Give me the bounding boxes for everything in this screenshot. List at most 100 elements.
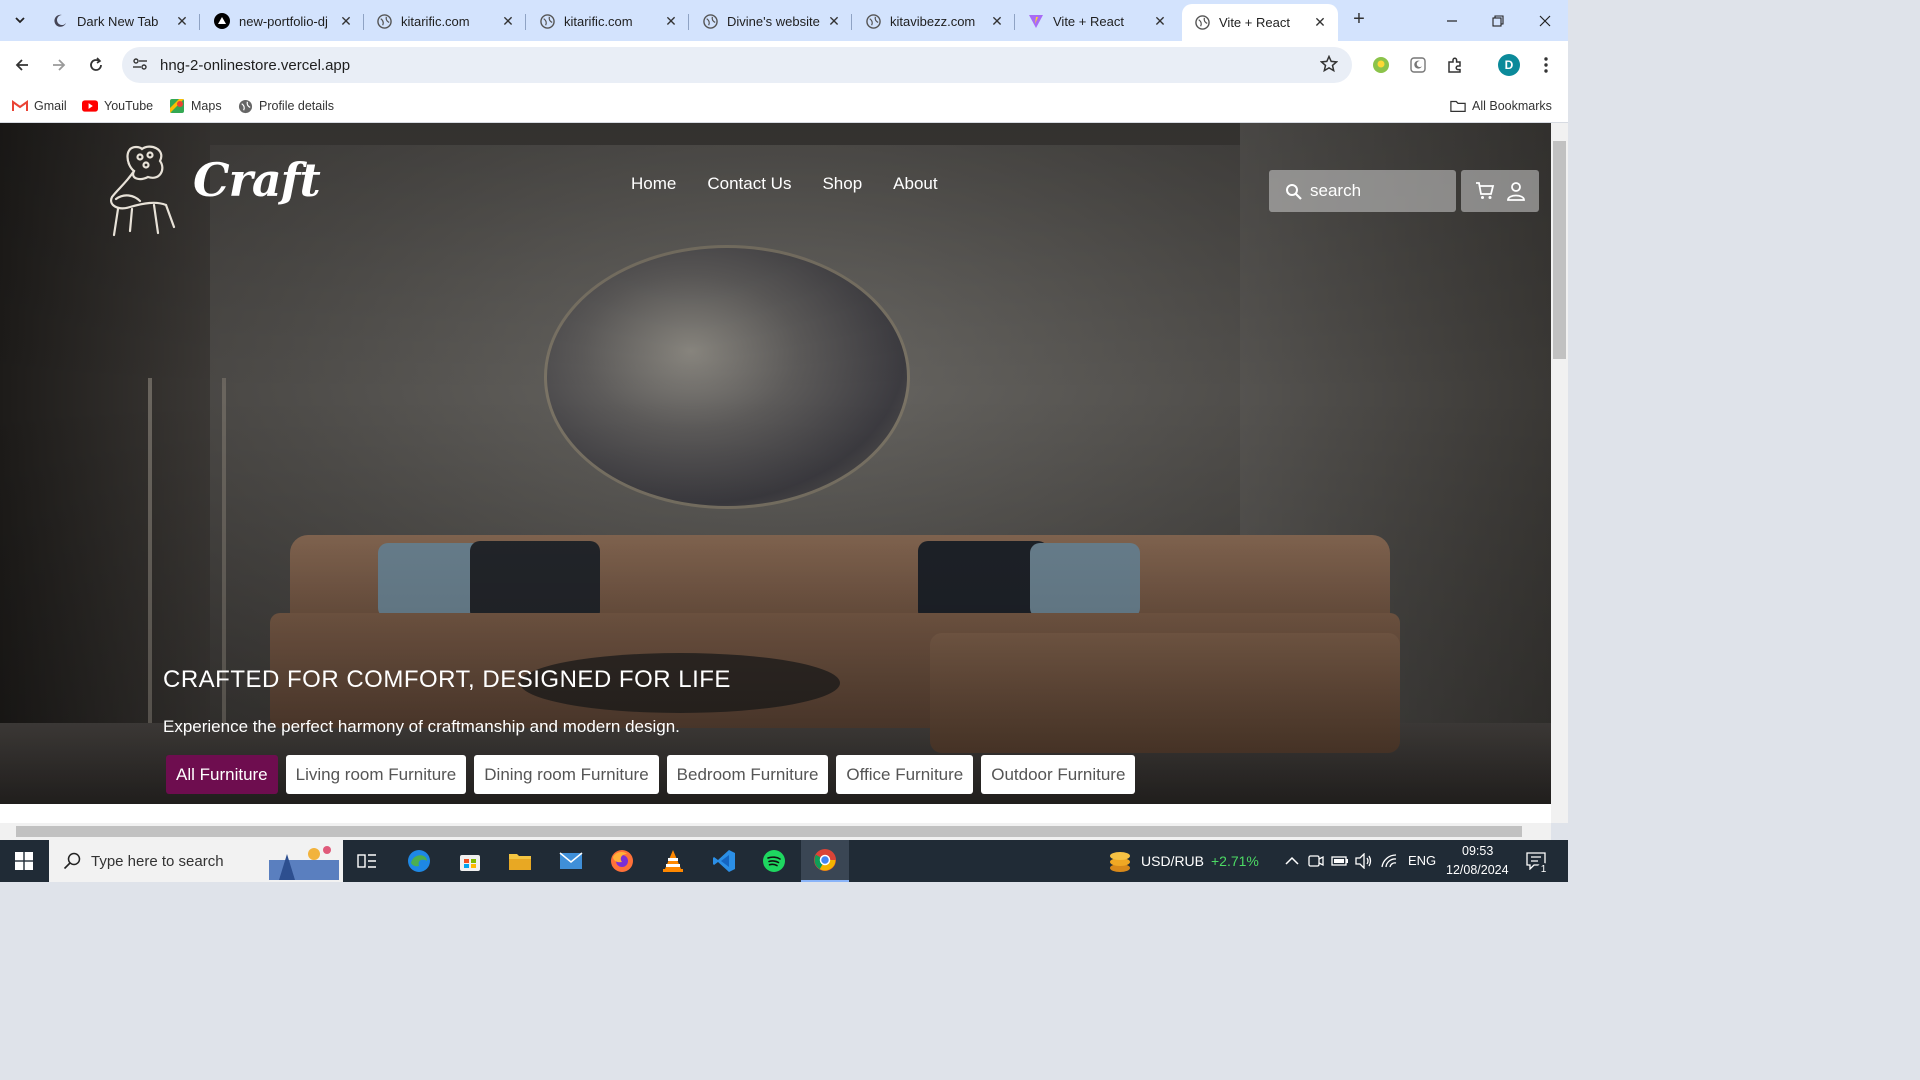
taskbar-edge[interactable] bbox=[397, 840, 441, 882]
close-window-button[interactable] bbox=[1521, 0, 1568, 41]
tab-kitavibezz[interactable]: kitavibezz.com ✕ bbox=[853, 6, 1015, 36]
close-tab-icon[interactable]: ✕ bbox=[663, 13, 679, 29]
bookmark-star-icon[interactable] bbox=[1319, 54, 1339, 78]
category-filters: All Furniture Living room Furniture Dini… bbox=[166, 755, 1143, 794]
new-tab-button[interactable]: + bbox=[1348, 9, 1370, 31]
horizontal-scroll-thumb[interactable] bbox=[16, 826, 1522, 837]
taskbar-spotify[interactable] bbox=[752, 840, 796, 882]
restore-button[interactable] bbox=[1474, 0, 1521, 41]
search-icon bbox=[63, 852, 81, 870]
extensions-puzzle-icon[interactable] bbox=[1443, 53, 1467, 77]
wifi-icon[interactable] bbox=[1380, 852, 1398, 870]
show-hidden-icons-button[interactable] bbox=[1283, 852, 1301, 870]
profile-avatar[interactable]: D bbox=[1498, 54, 1520, 76]
close-tab-icon[interactable]: ✕ bbox=[1312, 14, 1328, 31]
category-office[interactable]: Office Furniture bbox=[836, 755, 974, 794]
vertical-scrollbar[interactable] bbox=[1551, 123, 1568, 823]
close-tab-icon[interactable]: ✕ bbox=[1152, 13, 1168, 29]
tab-search-button[interactable] bbox=[8, 8, 32, 32]
tab-kitarific-2[interactable]: kitarific.com ✕ bbox=[527, 6, 689, 36]
user-icon[interactable] bbox=[1506, 181, 1526, 201]
menu-kebab-icon[interactable] bbox=[1534, 53, 1558, 77]
tab-new-portfolio[interactable]: new-portfolio-dj ✕ bbox=[202, 6, 364, 36]
tab-dark-new-tab[interactable]: Dark New Tab ✕ bbox=[40, 6, 200, 36]
back-button[interactable] bbox=[8, 51, 36, 79]
browser-toolbar: hng-2-onlinestore.vercel.app D bbox=[0, 41, 1568, 89]
start-button[interactable] bbox=[0, 840, 48, 882]
task-view-button[interactable] bbox=[345, 840, 389, 882]
taskbar-vlc[interactable] bbox=[651, 840, 695, 882]
gmail-icon bbox=[12, 98, 28, 114]
chevron-up-icon bbox=[1285, 856, 1299, 865]
category-outdoor[interactable]: Outdoor Furniture bbox=[981, 755, 1136, 794]
taskbar-firefox[interactable] bbox=[600, 840, 644, 882]
reload-button[interactable] bbox=[82, 51, 110, 79]
all-bookmarks[interactable]: All Bookmarks bbox=[1450, 95, 1552, 117]
clock-time[interactable]: 09:53 bbox=[1462, 844, 1493, 858]
taskbar-chrome[interactable] bbox=[801, 840, 849, 882]
extension-dark-mode-icon[interactable] bbox=[1406, 53, 1430, 77]
input-language[interactable]: ENG bbox=[1408, 853, 1436, 868]
close-tab-icon[interactable]: ✕ bbox=[500, 13, 516, 29]
close-tab-icon[interactable]: ✕ bbox=[174, 13, 190, 29]
taskbar-vscode[interactable] bbox=[702, 840, 746, 882]
nav-contact-us[interactable]: Contact Us bbox=[707, 174, 791, 194]
category-all-furniture[interactable]: All Furniture bbox=[166, 755, 278, 794]
arrow-right-icon bbox=[53, 59, 66, 71]
battery-icon[interactable] bbox=[1331, 852, 1349, 870]
cart-icon[interactable] bbox=[1475, 181, 1495, 201]
close-tab-icon[interactable]: ✕ bbox=[826, 13, 842, 29]
taskbar-file-explorer[interactable] bbox=[498, 840, 542, 882]
minimize-button[interactable] bbox=[1428, 0, 1475, 41]
tab-title: Vite + React bbox=[1219, 15, 1290, 30]
site-search[interactable] bbox=[1269, 170, 1456, 212]
close-tab-icon[interactable]: ✕ bbox=[989, 13, 1005, 29]
volume-icon[interactable] bbox=[1355, 852, 1373, 870]
hero-section: Craft Home Contact Us Shop About CRAFTED… bbox=[0, 123, 1551, 804]
taskbar-store[interactable] bbox=[448, 840, 492, 882]
bookmark-youtube[interactable]: YouTube bbox=[82, 95, 153, 117]
site-search-input[interactable] bbox=[1310, 181, 1450, 201]
site-logo-text[interactable]: Craft bbox=[193, 153, 321, 207]
vertical-scroll-thumb[interactable] bbox=[1553, 141, 1566, 359]
category-living-room[interactable]: Living room Furniture bbox=[285, 755, 467, 794]
store-icon bbox=[460, 855, 480, 871]
tab-strip: Dark New Tab ✕ new-portfolio-dj ✕ kitari… bbox=[0, 0, 1568, 41]
spotify-icon bbox=[763, 850, 785, 872]
forward-button[interactable] bbox=[45, 51, 73, 79]
coins-icon bbox=[1110, 852, 1130, 872]
clock-date[interactable]: 12/08/2024 bbox=[1446, 863, 1509, 877]
url-text: hng-2-onlinestore.vercel.app bbox=[160, 57, 351, 74]
address-bar[interactable]: hng-2-onlinestore.vercel.app bbox=[122, 47, 1352, 83]
bookmark-gmail[interactable]: Gmail bbox=[12, 95, 67, 117]
tab-vite-react-1[interactable]: Vite + React ✕ bbox=[1016, 6, 1178, 36]
taskbar-search[interactable]: Type here to search bbox=[49, 840, 343, 882]
site-info-icon[interactable] bbox=[132, 56, 148, 77]
category-bedroom[interactable]: Bedroom Furniture bbox=[666, 755, 829, 794]
tab-divines-website[interactable]: Divine's website ✕ bbox=[690, 6, 852, 36]
horizontal-scrollbar[interactable] bbox=[0, 823, 1551, 840]
tab-kitarific-1[interactable]: kitarific.com ✕ bbox=[364, 6, 526, 36]
bookmark-maps[interactable]: Maps bbox=[169, 95, 222, 117]
page-below-hero bbox=[0, 804, 1551, 823]
mail-icon bbox=[559, 852, 583, 869]
nav-home[interactable]: Home bbox=[631, 174, 676, 194]
nav-shop[interactable]: Shop bbox=[822, 174, 862, 194]
folder-icon bbox=[509, 854, 531, 870]
close-tab-icon[interactable]: ✕ bbox=[338, 13, 354, 29]
nav-about[interactable]: About bbox=[893, 174, 937, 194]
meet-now-icon[interactable] bbox=[1307, 852, 1325, 870]
category-dining-room[interactable]: Dining room Furniture bbox=[474, 755, 659, 794]
bookmark-profile-details[interactable]: Profile details bbox=[237, 95, 334, 117]
vlc-icon bbox=[663, 850, 683, 872]
folder-icon bbox=[1450, 98, 1466, 114]
ticker-label[interactable]: USD/RUB bbox=[1141, 853, 1204, 869]
bookmarks-bar: Gmail YouTube Maps Profile details All B… bbox=[0, 89, 1568, 123]
vscode-icon bbox=[713, 850, 735, 872]
tab-title: new-portfolio-dj bbox=[239, 13, 328, 29]
youtube-icon bbox=[82, 98, 98, 114]
extension-bulb-icon[interactable] bbox=[1369, 53, 1393, 77]
taskbar-mail[interactable] bbox=[549, 840, 593, 882]
tab-vite-react-active[interactable]: Vite + React ✕ bbox=[1182, 4, 1338, 41]
notifications-button[interactable]: 1 bbox=[1524, 850, 1550, 876]
